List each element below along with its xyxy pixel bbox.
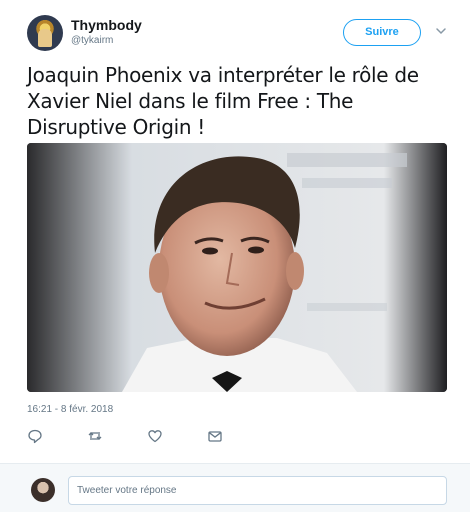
reply-input[interactable]: Tweeter votre réponse bbox=[68, 476, 447, 505]
tweet-text: Joaquin Phoenix va interpréter le rôle d… bbox=[27, 63, 419, 139]
reply-icon[interactable] bbox=[27, 428, 43, 444]
tweet-card: Thymbody @tykairm Suivre Joaquin Phoenix… bbox=[0, 0, 470, 463]
author-name[interactable]: Thymbody bbox=[71, 17, 142, 33]
chevron-down-icon[interactable] bbox=[435, 25, 447, 37]
author-avatar[interactable] bbox=[27, 15, 63, 51]
retweet-icon[interactable] bbox=[87, 428, 103, 444]
tweet-photo[interactable] bbox=[27, 143, 447, 392]
heart-icon[interactable] bbox=[147, 428, 163, 444]
current-user-avatar bbox=[31, 478, 55, 502]
follow-button[interactable]: Suivre bbox=[343, 19, 421, 46]
reply-bar: Tweeter votre réponse bbox=[0, 464, 470, 512]
tweet-timestamp[interactable]: 16:21 - 8 févr. 2018 bbox=[27, 404, 113, 415]
author-handle[interactable]: @tykairm bbox=[71, 35, 113, 46]
envelope-icon[interactable] bbox=[207, 428, 223, 444]
